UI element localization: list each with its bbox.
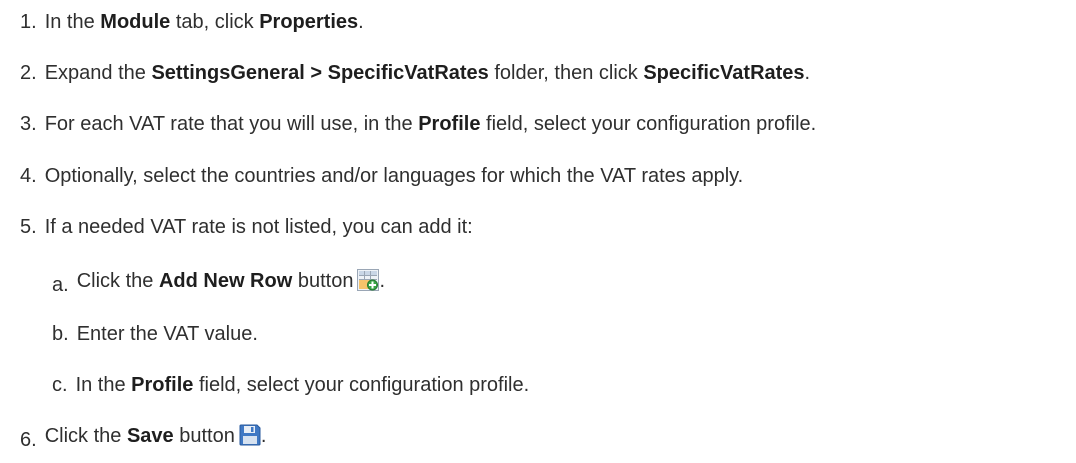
step-text: folder, then click <box>488 62 644 84</box>
step-number: 4. <box>20 165 37 187</box>
step-number: 5. <box>20 216 37 238</box>
step-2: 2. Expand the SettingsGeneral > SpecificV… <box>20 61 810 85</box>
step-number: 1. <box>20 11 37 33</box>
step-text: . <box>804 62 811 84</box>
step-text: Click the <box>44 425 127 447</box>
ui-term-add-new-row: Add New Row <box>158 270 293 292</box>
substep-b: b. Enter the VAT value. <box>52 322 258 346</box>
substep-letter: c. <box>52 374 68 396</box>
step-text: . <box>379 270 386 292</box>
substep-a: a. Click the Add New Row button . <box>52 269 385 297</box>
step-text: . <box>358 11 364 33</box>
step-4: 4. Optionally, select the countries and/o… <box>20 164 743 188</box>
step-5: 5. If a needed VAT rate is not listed, yo… <box>20 215 473 239</box>
step-text: Click the <box>76 270 159 292</box>
step-number: 2. <box>20 62 37 84</box>
step-text: field, select your configuration profile… <box>480 113 817 135</box>
ui-term-folder-path: SettingsGeneral > SpecificVatRates <box>151 62 489 84</box>
step-number: 6. <box>20 429 37 451</box>
save-icon <box>239 424 261 452</box>
step-1: 1. In the Module tab, click Properties. <box>20 10 364 34</box>
step-text: . <box>260 425 267 447</box>
ui-term-save: Save <box>126 425 174 447</box>
step-text: Enter the VAT value. <box>76 323 258 345</box>
step-text: In the <box>75 374 132 396</box>
document-page: { "steps": [ {"num": "1.", "parts": ["In… <box>0 0 1076 463</box>
ui-term-properties: Properties <box>259 11 359 33</box>
step-number: 3. <box>20 113 37 135</box>
step-text: Expand the <box>44 62 152 84</box>
step-text: field, select your configuration profile… <box>193 374 530 396</box>
substep-letter: b. <box>52 323 69 345</box>
ui-term-profile: Profile <box>131 374 194 396</box>
ui-term-profile: Profile <box>418 113 481 135</box>
substep-letter: a. <box>52 274 69 296</box>
substep-c: c. In the Profile field, select your conf… <box>52 373 529 397</box>
step-3: 3. For each VAT rate that you will use, i… <box>20 112 816 136</box>
step-text: Optionally, select the countries and/or … <box>44 165 744 187</box>
step-text: tab, click <box>170 11 260 33</box>
step-text: button <box>292 270 354 292</box>
step-text: In the <box>44 11 101 33</box>
step-text: If a needed VAT rate is not listed, you … <box>44 216 473 238</box>
add-new-row-icon <box>357 269 380 297</box>
step-6: 6. Click the Save button . <box>20 424 266 452</box>
step-text: For each VAT rate that you will use, in … <box>44 113 419 135</box>
ui-term-specificvatrates: SpecificVatRates <box>643 62 805 84</box>
step-text: button <box>173 425 235 447</box>
ui-term-module: Module <box>100 11 171 33</box>
